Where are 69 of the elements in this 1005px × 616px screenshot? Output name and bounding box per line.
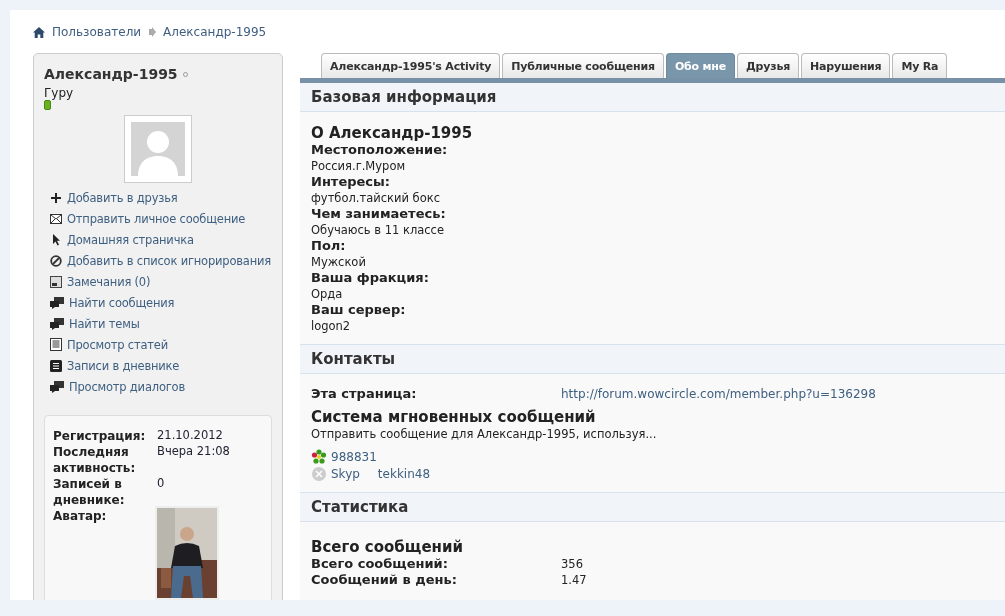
field-value: 356 — [561, 556, 583, 572]
notebook-icon — [50, 359, 62, 372]
breadcrumb-link[interactable]: Пользователи — [52, 25, 142, 39]
profile-action-link[interactable]: Найти темы — [69, 316, 140, 331]
stat-value: 0 — [157, 476, 165, 492]
im-contact-text[interactable]: Skyp — [331, 466, 360, 481]
stat-label: Последняя активность: — [53, 444, 137, 476]
cursor-icon — [50, 233, 62, 246]
username: Александр-1995 — [44, 66, 178, 82]
profile-action-link[interactable]: Домашняя страничка — [67, 232, 194, 247]
im-contact-text[interactable]: tekkin48 — [377, 466, 431, 481]
profile-tab[interactable]: My Ra — [892, 53, 948, 78]
user-rank: Гуру — [44, 86, 75, 100]
field-label: Ваш сервер: — [311, 302, 407, 318]
field-value: Обучаюсь в 11 классе — [311, 222, 445, 238]
profile-tab[interactable]: Нарушения — [801, 53, 891, 78]
reputation-bar — [44, 100, 51, 110]
section-header: Статистика — [300, 492, 1005, 522]
subsection-title: О Александр-1995 — [311, 124, 474, 142]
profile-action-link[interactable]: Отправить личное сообщение — [67, 211, 246, 226]
stat-label: Аватар: — [53, 508, 108, 525]
default-avatar-icon — [124, 115, 192, 183]
profile-action-link[interactable]: Добавить в друзья — [67, 190, 178, 205]
chat-icon — [50, 296, 64, 309]
field-value: Россия.г.Муром — [311, 158, 407, 174]
field-value: Мужской — [311, 254, 367, 270]
profile-action-link[interactable]: Записи в дневнике — [67, 358, 180, 373]
stat-label: Записей в дневнике: — [53, 476, 126, 508]
field-label: Эта страница: — [311, 386, 418, 402]
field-label: Интересы: — [311, 174, 391, 190]
profile-action-link[interactable]: Просмотр диалогов — [69, 379, 185, 394]
field-label: Местоположение: — [311, 142, 449, 158]
subsection-title: Всего сообщений — [311, 538, 464, 556]
section-header: Базовая информация — [300, 83, 1005, 112]
flower-icon — [311, 448, 327, 465]
chat-icon — [50, 380, 64, 393]
stat-value: 21.10.2012 — [157, 428, 223, 444]
stat-value: Вчера 21:08 — [157, 444, 230, 460]
chat-icon — [50, 317, 64, 330]
profile-url-link[interactable]: http://forum.wowcircle.com/member.php?u=136298 — [561, 387, 876, 401]
block-icon — [50, 254, 62, 267]
home-icon[interactable] — [33, 26, 45, 38]
profile-tab[interactable]: Публичные сообщения — [502, 53, 664, 78]
document-icon — [50, 338, 62, 351]
profile-tab[interactable]: Александр-1995's Activity — [321, 53, 501, 78]
section-header: Контакты — [300, 344, 1005, 374]
arrow-icon — [148, 27, 157, 37]
note-icon — [50, 275, 62, 288]
field-value: футбол.тайский бокс — [311, 190, 441, 206]
envelope-icon — [50, 213, 62, 224]
subsection-title: Система мгновенных сообщений — [311, 408, 597, 426]
profile-tab[interactable]: Друзья — [736, 53, 799, 78]
field-value: logon2 — [311, 318, 352, 334]
im-contact-text[interactable]: 988831 — [331, 449, 377, 464]
field-label: Сообщений в день: — [311, 572, 458, 588]
field-label: Чем занимаетесь: — [311, 206, 447, 222]
profile-action-link[interactable]: Найти сообщения — [69, 295, 175, 310]
plus-icon — [50, 191, 62, 204]
field-label: Пол: — [311, 238, 347, 254]
field-value: Орда — [311, 286, 344, 302]
field-label: Ваша фракция: — [311, 270, 430, 286]
breadcrumb-link[interactable]: Александр-1995 — [163, 25, 267, 39]
stat-label: Регистрация: — [53, 428, 147, 444]
profile-action-link[interactable]: Замечания (0) — [67, 274, 151, 289]
field-value: 1.47 — [561, 572, 587, 588]
profile-action-link[interactable]: Добавить в список игнорирования — [67, 253, 271, 268]
profile-action-link[interactable]: Просмотр статей — [67, 337, 168, 352]
im-note: Отправить сообщение для Александр-1995, используя... — [311, 426, 658, 442]
field-label: Всего сообщений: — [311, 556, 449, 572]
